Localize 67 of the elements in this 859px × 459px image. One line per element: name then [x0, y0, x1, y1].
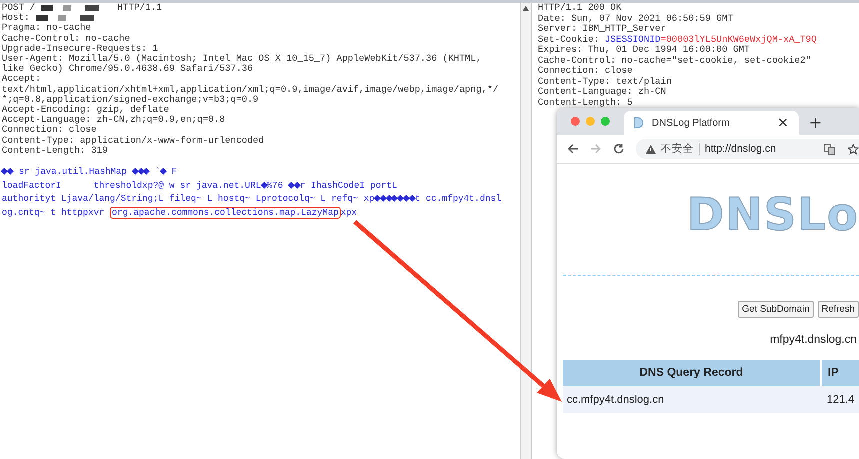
address-bar[interactable]: 不安全 http://dnslog.cn [636, 139, 859, 159]
highlighted-text: org.apache.commons.collections.map.LazyMap [110, 206, 341, 219]
text-line: og.cntq~ t httppxvr [2, 208, 106, 218]
text-line: Content-Language: zh-CN [538, 86, 666, 97]
text-line: Accept-Encoding: gzip, deflate [2, 104, 170, 116]
logo-text: DNSLo [686, 190, 859, 240]
text-line: t cc.mfpy4t.dnsl [415, 194, 502, 204]
url-text: http://dnslog.cn [705, 143, 778, 155]
reload-icon[interactable] [613, 143, 625, 155]
text-line: Set-Cookie: [538, 34, 600, 44]
maximize-window-icon[interactable] [601, 117, 610, 126]
text-line: User-Agent: Mozilla/5.0 (Macintosh; Intel Mac OS X 10_15_7) AppleWebKit/537.36 (KHTML, [2, 53, 482, 64]
text-line: authorityt Ljava/lang/String;L fileq~ L hostq~ Lprotocolq~ L refq~ xp [2, 194, 375, 204]
translate-icon[interactable] [824, 144, 835, 154]
back-icon[interactable] [567, 143, 579, 155]
text-line: Upgrade-Insecure-Requests: 1 [2, 42, 158, 54]
text-line: Accept: [2, 73, 42, 84]
text-line: Content-Length: 5 [538, 96, 633, 108]
text-line: Host: [2, 12, 30, 24]
text-line: Expires: Thu, 01 Dec 1994 16:00:00 GMT [538, 44, 750, 55]
text-line: F [170, 167, 178, 178]
scrollbar[interactable] [520, 3, 531, 459]
page-button[interactable]: Refresh [818, 301, 859, 318]
text-line: Content-Type: text/plain [538, 76, 672, 86]
text-line: text/html,application/xhtml+xml,application/xml;q=0.9,image/avif,image/webp,image/apng,*/ [2, 84, 499, 95]
star-icon[interactable] [848, 144, 859, 154]
close-window-icon[interactable] [571, 117, 580, 126]
text-line: Cache-Control: no-cache [2, 32, 130, 44]
text-line: Server: IBM_HTTP_Server [538, 23, 666, 34]
text-line: Connection: close [2, 124, 97, 136]
text-line: HTTP/1.1 [117, 2, 162, 13]
text-line: Cache-Control: no-cache="set-cookie, set-cookie2" [538, 54, 812, 66]
favicon-icon [634, 117, 644, 129]
new-tab-button[interactable]: + [807, 116, 824, 130]
text-line: like Gecko) Chrome/95.0.4638.69 Safari/537.36 [2, 63, 254, 74]
text-line: POST / [2, 2, 36, 13]
unprintable-char-icon [160, 168, 167, 176]
text-line: HTTP/1.1 200 OK [538, 2, 622, 13]
text-line: %76 [267, 180, 284, 191]
cookie-value: =00003lYL5UnKW6eWxjQM-xA_T9Q [660, 34, 817, 44]
text-line: Pragma: no-cache [2, 22, 92, 34]
close-tab-button[interactable]: × [775, 116, 791, 130]
tab-title: DNSLog Platform [652, 118, 731, 128]
text-line: xpx [340, 208, 358, 218]
subdomain-text: mfpy4t.dnslog.cn [770, 334, 858, 346]
text-line: Accept-Language: zh-CN,zh;q=0.9,en;q=0.8 [2, 114, 226, 126]
text-line: Content-Length: 319 [2, 144, 108, 156]
unprintable-char-icon [260, 182, 268, 189]
table-cell: cc.mfpy4t.dnslog.cn [563, 386, 821, 413]
minimize-window-icon[interactable] [586, 117, 595, 126]
text-line: r IhashCodeI portL [300, 180, 398, 191]
text-line: sr java.util.HashMap [18, 167, 128, 178]
column-header: IP [821, 360, 859, 386]
forward-icon[interactable] [590, 143, 602, 155]
text-line: ` [154, 167, 161, 178]
browser-tab[interactable]: DNSLog Platform × [624, 111, 799, 135]
table-cell: 121.4 [821, 386, 859, 413]
text-line: *;q=0.8,application/signed-exchange;v=b3;q=0.9 [2, 94, 259, 105]
page-button[interactable]: Get SubDomain [738, 301, 814, 318]
text-line: Connection: close [538, 65, 633, 76]
cookie-name: JSESSIONID [604, 34, 661, 44]
text-line: loadFactorI thresholdxp?@ w sr java.net.URL [2, 180, 262, 191]
column-header: DNS Query Record [563, 360, 821, 386]
security-label: 不安全 [661, 142, 694, 156]
text-line: Date: Sun, 07 Nov 2021 06:50:59 GMT [538, 12, 734, 24]
warning-icon [646, 144, 656, 154]
text-line: Content-Type: application/x-www-form-urlencoded [2, 134, 264, 146]
